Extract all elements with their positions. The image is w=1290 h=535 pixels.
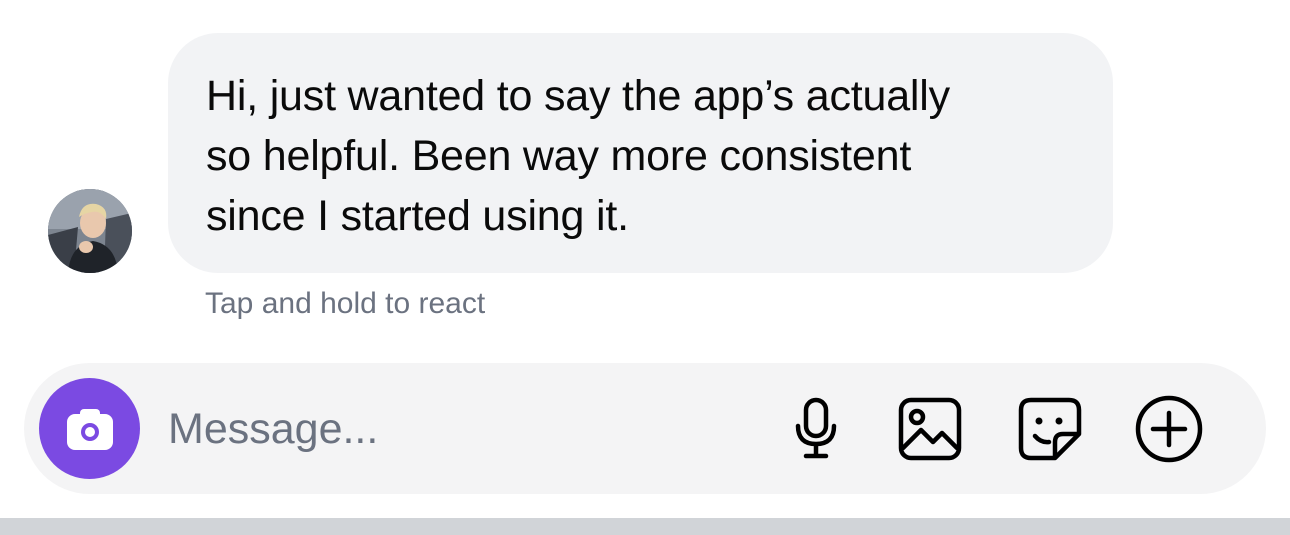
react-hint: Tap and hold to react xyxy=(205,287,486,320)
sticker-button[interactable] xyxy=(1015,394,1085,464)
more-options-button[interactable] xyxy=(1134,394,1204,464)
sender-avatar[interactable] xyxy=(48,189,132,273)
microphone-icon xyxy=(795,397,837,459)
bottom-divider xyxy=(0,518,1290,535)
camera-button[interactable] xyxy=(39,378,140,479)
plus-circle-icon xyxy=(1135,395,1203,463)
message-input[interactable] xyxy=(168,396,748,462)
gallery-button[interactable] xyxy=(895,394,965,464)
gallery-icon xyxy=(898,397,962,461)
camera-icon xyxy=(66,408,113,450)
message-bubble[interactable]: Hi, just wanted to say the app’s actuall… xyxy=(168,33,1113,273)
message-composer xyxy=(24,363,1266,494)
voice-message-button[interactable] xyxy=(781,394,851,464)
sticker-icon xyxy=(1018,397,1082,461)
message-line: Hi, just wanted to say the app’s actuall… xyxy=(206,72,950,120)
message-line: so helpful. Been way more consistent xyxy=(206,132,912,180)
avatar-photo xyxy=(48,189,132,273)
message-line: since I started using it. xyxy=(206,192,629,240)
